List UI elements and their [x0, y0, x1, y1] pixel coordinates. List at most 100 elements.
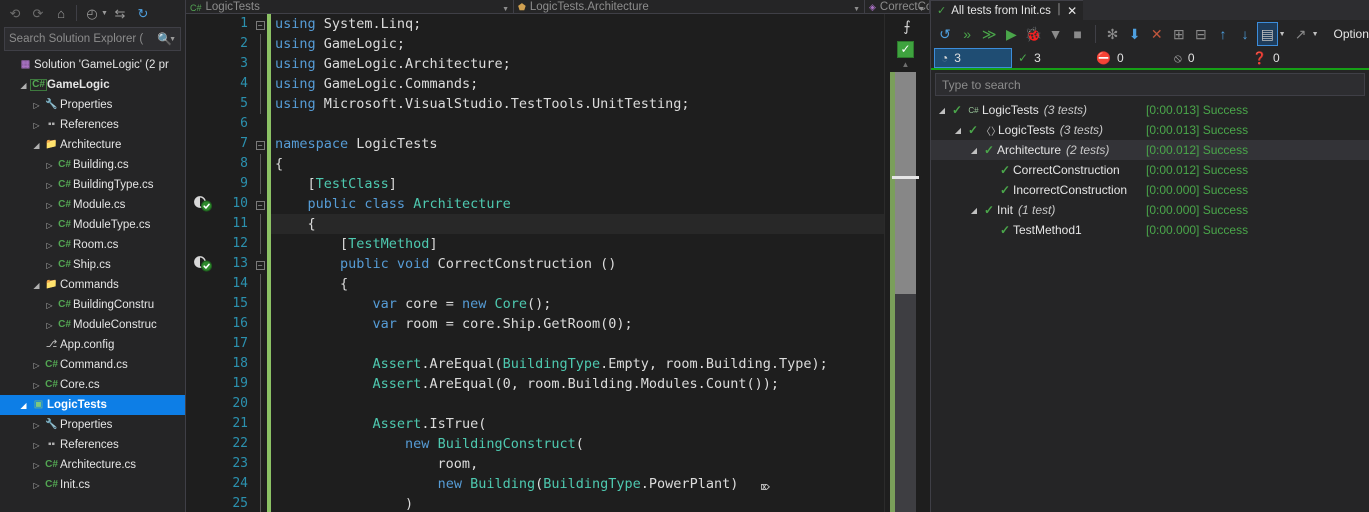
- chevron-collapsed-icon[interactable]: ▷: [30, 101, 43, 110]
- solution-tree-item[interactable]: ⎇ App.config: [0, 335, 185, 355]
- chevron-collapsed-icon[interactable]: ▷: [43, 261, 56, 270]
- chevron-collapsed-icon[interactable]: ▷: [43, 221, 56, 230]
- chevron-down-icon[interactable]: ▼: [101, 10, 108, 17]
- chevron-collapsed-icon[interactable]: ▷: [30, 381, 43, 390]
- search-solution-explorer-input[interactable]: Search Solution Explorer ( 🔍 ▼: [4, 27, 181, 51]
- fold-collapse-icon[interactable]: −: [253, 14, 267, 34]
- chevron-down-icon[interactable]: ▼: [853, 6, 860, 13]
- solution-tree-item[interactable]: ▷ C# Command.cs: [0, 355, 185, 375]
- chevron-collapsed-icon[interactable]: ▷: [43, 161, 56, 170]
- solution-tree-item[interactable]: ◢ ▣ LogicTests: [0, 395, 185, 415]
- test-tree-row[interactable]: ✓ TestMethod1 [0:00.000] Success: [931, 220, 1369, 240]
- editor-scrollbar[interactable]: [892, 72, 919, 512]
- solution-tree-item[interactable]: ▷ ▪▪ References: [0, 435, 185, 455]
- solution-tree-item[interactable]: ▷ C# Init.cs: [0, 475, 185, 495]
- import-results-icon[interactable]: ⬇: [1125, 22, 1145, 46]
- scroll-up-arrow-icon[interactable]: ▲: [897, 60, 914, 72]
- code-line[interactable]: new BuildingConstruct(: [271, 434, 884, 454]
- solution-tree-item[interactable]: ▷ C# Architecture.cs: [0, 455, 185, 475]
- chevron-expanded-icon[interactable]: ◢: [17, 401, 30, 410]
- chevron-down-icon[interactable]: ▼: [918, 6, 925, 13]
- glyph-margin[interactable]: [186, 14, 218, 512]
- code-line[interactable]: using Microsoft.VisualStudio.TestTools.U…: [271, 94, 884, 114]
- test-status-glyph-icon[interactable]: [194, 256, 214, 272]
- chevron-collapsed-icon[interactable]: ▷: [30, 421, 43, 430]
- previous-icon[interactable]: ↑: [1213, 22, 1233, 46]
- chevron-expanded-icon[interactable]: ◢: [17, 81, 30, 90]
- solution-tree-item[interactable]: ▷ C# BuildingConstru: [0, 295, 185, 315]
- fold-collapse-icon[interactable]: −: [253, 194, 267, 214]
- chevron-collapsed-icon[interactable]: ▷: [30, 121, 43, 130]
- test-search-input[interactable]: Type to search: [935, 73, 1365, 96]
- refresh-icon[interactable]: ↻: [132, 2, 154, 24]
- run-tests-icon[interactable]: »: [957, 22, 977, 46]
- chevron-collapsed-icon[interactable]: ▷: [43, 201, 56, 210]
- code-line[interactable]: var room = core.Ship.GetRoom(0);: [271, 314, 884, 334]
- code-surface[interactable]: 1 2 3 4 5 6 7 8 9 10 11 12 13 14 15 16 17 18 19 20 21 22 23 24 2…: [186, 14, 930, 512]
- options-button[interactable]: Option: [1334, 27, 1369, 41]
- close-icon[interactable]: ✕: [1067, 4, 1077, 18]
- solution-tree[interactable]: ▦ Solution 'GameLogic' (2 pr ◢ C# GameLogic ▷…: [0, 53, 185, 512]
- run-all-tests-icon[interactable]: ↺: [935, 22, 955, 46]
- test-tree-row[interactable]: ✓ IncorrectConstruction [0:00.000] Success: [931, 180, 1369, 200]
- pin-icon[interactable]: ⏐: [1056, 4, 1062, 17]
- code-line[interactable]: {: [271, 214, 884, 234]
- solution-tree-item[interactable]: ▷ C# Room.cs: [0, 235, 185, 255]
- chevron-collapsed-icon[interactable]: ▷: [30, 481, 43, 490]
- chevron-collapsed-icon[interactable]: ▷: [43, 301, 56, 310]
- chevron-expanded-icon[interactable]: ◢: [30, 281, 43, 290]
- code-line[interactable]: ): [271, 494, 884, 512]
- code-line[interactable]: room,: [271, 454, 884, 474]
- code-text-area[interactable]: ⌦ using System.Linq; using GameLogic; usin…: [271, 14, 884, 512]
- solution-tree-item[interactable]: ▷ C# Building.cs: [0, 155, 185, 175]
- chevron-collapsed-icon[interactable]: ▷: [30, 361, 43, 370]
- solution-tree-item[interactable]: ▷ C# ModuleConstruc: [0, 315, 185, 335]
- code-line[interactable]: [271, 114, 884, 134]
- back-icon[interactable]: ⟲: [4, 2, 26, 24]
- settings-icon[interactable]: ▤: [1257, 22, 1278, 46]
- code-line[interactable]: namespace LogicTests: [271, 134, 884, 154]
- code-line[interactable]: new Building(BuildingType.PowerPlant): [271, 474, 884, 494]
- fold-column[interactable]: − − − −: [253, 14, 267, 512]
- navbar-member-dropdown[interactable]: ◈CorrectConstruction()▼: [865, 0, 930, 13]
- chevron-collapsed-icon[interactable]: ▷: [30, 441, 43, 450]
- code-line[interactable]: Assert.AreEqual(BuildingType.Empty, room…: [271, 354, 884, 374]
- chevron-expanded-icon[interactable]: ◢: [951, 126, 965, 135]
- solution-tree-item[interactable]: ▷ 🔧 Properties: [0, 95, 185, 115]
- scrollbar-thumb[interactable]: [892, 72, 919, 294]
- code-line[interactable]: using GameLogic.Commands;: [271, 74, 884, 94]
- run-failed-tests-icon[interactable]: ≫: [979, 22, 999, 46]
- debug-tests-icon[interactable]: 🐞: [1023, 22, 1043, 46]
- chevron-collapsed-icon[interactable]: ▷: [43, 181, 56, 190]
- chevron-expanded-icon[interactable]: ◢: [967, 146, 981, 155]
- test-tree-row[interactable]: ✓ CorrectConstruction [0:00.012] Success: [931, 160, 1369, 180]
- tab-all-tests-from-init[interactable]: ✓ All tests from Init.cs ⏐ ✕: [931, 0, 1084, 20]
- expand-all-icon[interactable]: ⊞: [1169, 22, 1189, 46]
- test-status-glyph-icon[interactable]: [194, 196, 214, 212]
- solution-tree-item[interactable]: ▦ Solution 'GameLogic' (2 pr: [0, 55, 185, 75]
- code-line[interactable]: public class Architecture: [271, 194, 884, 214]
- solution-tree-item[interactable]: ◢ 📁 Commands: [0, 275, 185, 295]
- solution-tree-item[interactable]: ▷ C# ModuleType.cs: [0, 215, 185, 235]
- solution-tree-item[interactable]: ▷ C# Ship.cs: [0, 255, 185, 275]
- passed-tests-stat[interactable]: ✓ 3: [1012, 48, 1090, 68]
- analyze-coverage-icon[interactable]: ▼: [1045, 22, 1065, 46]
- next-icon[interactable]: ↓: [1235, 22, 1255, 46]
- code-line[interactable]: [271, 394, 884, 414]
- solution-tree-item[interactable]: ▷ 🔧 Properties: [0, 415, 185, 435]
- pending-changes-icon[interactable]: ◴: [81, 2, 103, 24]
- chevron-expanded-icon[interactable]: ◢: [30, 141, 43, 150]
- chevron-collapsed-icon[interactable]: ▷: [43, 241, 56, 250]
- chevron-expanded-icon[interactable]: ◢: [935, 106, 949, 115]
- test-results-tree[interactable]: ◢ ✓ C# LogicTests (3 tests) [0:00.013] Succes…: [931, 98, 1369, 512]
- solution-tree-item[interactable]: ▷ C# Module.cs: [0, 195, 185, 215]
- code-line[interactable]: public void CorrectConstruction (): [271, 254, 884, 274]
- chevron-down-icon[interactable]: ▼: [169, 36, 176, 43]
- test-tree-row[interactable]: ◢ ✓ Init (1 test) [0:00.000] Success: [931, 200, 1369, 220]
- code-line[interactable]: Assert.AreEqual(0, room.Building.Modules…: [271, 374, 884, 394]
- code-line[interactable]: using System.Linq;: [271, 14, 884, 34]
- solution-tree-item[interactable]: ▷ C# BuildingType.cs: [0, 175, 185, 195]
- code-line[interactable]: using GameLogic;: [271, 34, 884, 54]
- play-run-icon[interactable]: ▶: [1001, 22, 1021, 46]
- sync-with-active-document-icon[interactable]: ⇆: [109, 2, 131, 24]
